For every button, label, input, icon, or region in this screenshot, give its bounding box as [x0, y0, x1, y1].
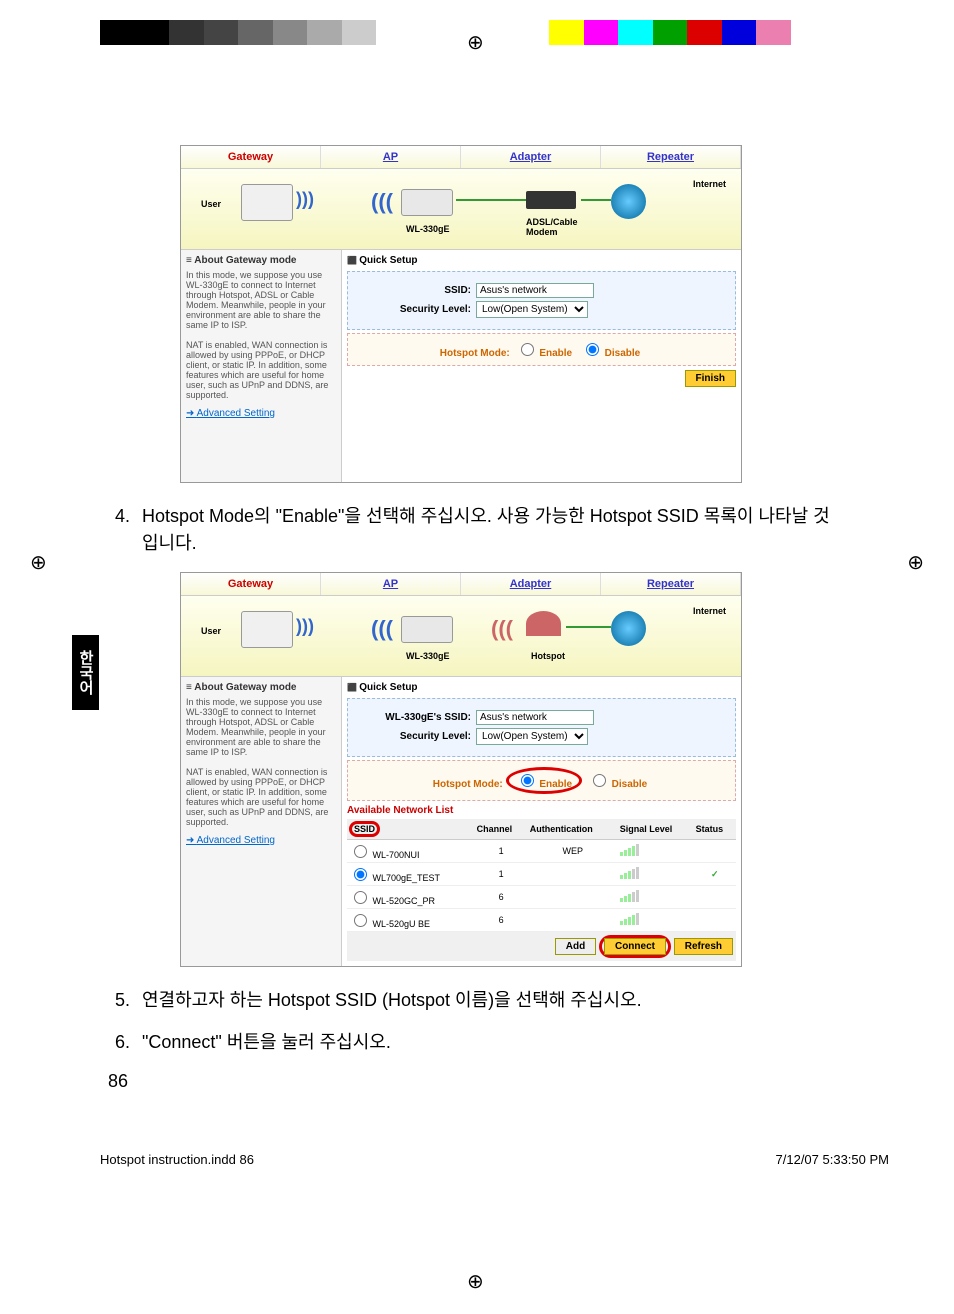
- tab-ap-2[interactable]: AP: [321, 573, 461, 595]
- globe-icon: [611, 184, 646, 219]
- about-text-1b: In this mode, we suppose you use WL-330g…: [186, 697, 336, 757]
- diagram-user-label: User: [201, 199, 221, 209]
- finish-button[interactable]: Finish: [685, 370, 736, 387]
- about-title-2: About Gateway mode: [186, 682, 336, 693]
- modem-icon: [526, 191, 576, 209]
- quick-setup-title-2: Quick Setup: [347, 682, 736, 693]
- wifi-icon-2: (((: [371, 189, 393, 215]
- table-row[interactable]: WL-700NUI1WEP: [347, 840, 736, 863]
- router-icon-2: [401, 616, 453, 643]
- router-label-2: WL-330gE: [406, 651, 450, 661]
- tab-gateway-2[interactable]: Gateway: [181, 573, 321, 595]
- table-row[interactable]: WL-520GC_PR6: [347, 886, 736, 909]
- footer-filename: Hotspot instruction.indd 86: [100, 1152, 254, 1167]
- advanced-setting-link-2[interactable]: Advanced Setting: [186, 835, 336, 846]
- about-title: About Gateway mode: [186, 255, 336, 266]
- security-label: Security Level:: [356, 304, 476, 315]
- internet-label: Internet: [693, 179, 726, 189]
- hotspot-icon: [526, 611, 561, 636]
- step-5: 5.연결하고자 하는 Hotspot SSID (Hotspot 이름)을 선택…: [100, 987, 834, 1014]
- hotspot-mode-label-2: Hotspot Mode:: [433, 779, 503, 790]
- network-list-title: Available Network List: [347, 805, 736, 816]
- hotspot-enable-radio[interactable]: Enable: [516, 348, 573, 359]
- ssid-input[interactable]: [476, 283, 594, 298]
- screenshot-2: Gateway AP Adapter Repeater User ))) (((…: [180, 572, 742, 967]
- tab-repeater[interactable]: Repeater: [601, 146, 741, 168]
- language-tab: 한국어: [72, 635, 99, 710]
- modem-label: ADSL/Cable Modem: [526, 217, 578, 237]
- security-select-2[interactable]: Low(Open System): [476, 728, 588, 745]
- security-select[interactable]: Low(Open System): [476, 301, 588, 318]
- hotspot-mode-label: Hotspot Mode:: [440, 348, 510, 359]
- refresh-button[interactable]: Refresh: [674, 938, 733, 955]
- ssid-label-2: WL-330gE's SSID:: [356, 712, 476, 723]
- quick-setup-title: Quick Setup: [347, 255, 736, 266]
- internet-label-2: Internet: [693, 606, 726, 616]
- hotspot-label: Hotspot: [531, 651, 565, 661]
- table-row[interactable]: WL700gE_TEST1✓: [347, 863, 736, 886]
- laptop-icon: [241, 184, 293, 221]
- step-6: 6."Connect" 버튼을 눌러 주십시오.: [100, 1029, 834, 1056]
- red-oval-connect: Connect: [599, 935, 671, 958]
- page-number: 86: [108, 1071, 834, 1092]
- laptop-icon-2: [241, 611, 293, 648]
- wifi-icon: ))): [296, 189, 314, 210]
- advanced-setting-link[interactable]: Advanced Setting: [186, 408, 336, 419]
- ssid-input-2[interactable]: [476, 710, 594, 725]
- about-text-2b: NAT is enabled, WAN connection is allowe…: [186, 767, 336, 827]
- hotspot-enable-radio-2[interactable]: Enable: [516, 779, 573, 790]
- network-table: SSID Channel Authentication Signal Level…: [347, 819, 736, 932]
- diagram-user-label-2: User: [201, 626, 221, 636]
- step-4: 4.Hotspot Mode의 "Enable"을 선택해 주십시오. 사용 가…: [100, 503, 834, 557]
- red-circle-highlight: Enable: [506, 767, 583, 794]
- hotspot-disable-radio[interactable]: Disable: [581, 348, 640, 359]
- tab-ap[interactable]: AP: [321, 146, 461, 168]
- tab-repeater-2[interactable]: Repeater: [601, 573, 741, 595]
- router-icon: [401, 189, 453, 216]
- about-text-2: NAT is enabled, WAN connection is allowe…: [186, 340, 336, 400]
- add-button[interactable]: Add: [555, 938, 596, 955]
- screenshot-1: Gateway AP Adapter Repeater User ))) (((…: [180, 145, 742, 483]
- wifi-icon-3: ))): [296, 616, 314, 637]
- wifi-icon-4: (((: [371, 616, 393, 642]
- wifi-icon-5: (((: [491, 616, 513, 642]
- security-label-2: Security Level:: [356, 731, 476, 742]
- red-oval-highlight: SSID: [349, 821, 380, 837]
- registration-mark-bottom: ⊕: [467, 1269, 484, 1294]
- tab-adapter-2[interactable]: Adapter: [461, 573, 601, 595]
- router-label: WL-330gE: [406, 224, 450, 234]
- connect-button[interactable]: Connect: [604, 938, 666, 955]
- tab-adapter[interactable]: Adapter: [461, 146, 601, 168]
- tab-gateway[interactable]: Gateway: [181, 146, 321, 168]
- footer-timestamp: 7/12/07 5:33:50 PM: [776, 1152, 889, 1167]
- about-text-1: In this mode, we suppose you use WL-330g…: [186, 270, 336, 330]
- globe-icon-2: [611, 611, 646, 646]
- ssid-label: SSID:: [356, 285, 476, 296]
- hotspot-disable-radio-2[interactable]: Disable: [588, 779, 647, 790]
- table-row[interactable]: WL-520gU BE6: [347, 909, 736, 932]
